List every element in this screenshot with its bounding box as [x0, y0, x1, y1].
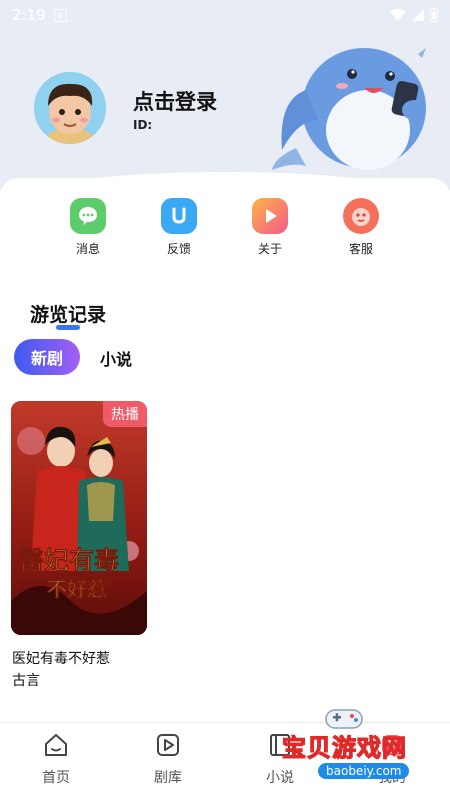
quick-action-customer-service[interactable]: 客服: [331, 198, 391, 257]
customer-service-icon: [343, 198, 379, 234]
quick-action-feedback[interactable]: 反馈: [149, 198, 209, 257]
wifi-icon: [390, 9, 406, 21]
quick-action-about[interactable]: 关于: [240, 198, 300, 257]
play-library-icon: [157, 734, 179, 756]
hot-badge: 热播: [103, 401, 147, 427]
login-link[interactable]: 点击登录: [133, 86, 217, 116]
watermark-url: baobeiy.com: [318, 763, 410, 779]
poster-title-art-line1: 醫妃有毒: [19, 546, 120, 576]
nav-item-library[interactable]: 剧库: [133, 731, 203, 787]
quick-action-label: 客服: [348, 242, 373, 256]
history-section-title: 游览记录: [30, 304, 107, 326]
nav-label: 首页: [42, 770, 70, 786]
signal-icon: [412, 9, 424, 21]
quick-action-label: 关于: [257, 242, 282, 256]
drama-title[interactable]: 医妃有毒不好惹: [12, 648, 110, 668]
drama-poster[interactable]: 醫妃有毒 不好惹 热播: [11, 401, 147, 635]
section-title-underline: [56, 325, 80, 330]
watermark-text: 宝贝游戏网: [281, 733, 407, 762]
quick-action-label: 反馈: [166, 242, 191, 256]
home-icon: [45, 734, 67, 756]
nav-label: 剧库: [154, 770, 182, 786]
about-icon: [252, 198, 288, 234]
whale-mascot-illustration: [272, 48, 426, 170]
user-id-label: ID:: [133, 118, 153, 132]
status-bar: 2:19 A: [0, 0, 450, 30]
quick-action-message[interactable]: 消息: [58, 198, 118, 257]
status-time: 2:19: [12, 6, 46, 24]
battery-icon: [430, 8, 438, 22]
feedback-icon: [161, 198, 197, 234]
tab-novel[interactable]: 小说: [100, 346, 132, 370]
watermark-logo: 宝贝游戏网 baobeiy.com: [270, 702, 450, 800]
avatar[interactable]: [34, 72, 106, 144]
nav-item-home[interactable]: 首页: [21, 731, 91, 787]
avatar-character-icon: [34, 72, 106, 144]
drama-genre: 古言: [12, 673, 40, 689]
tab-new-drama[interactable]: 新剧: [14, 339, 80, 375]
quick-action-label: 消息: [75, 242, 100, 256]
notification-a-icon: A: [53, 8, 67, 22]
message-icon: [70, 198, 106, 234]
poster-title-art-line2: 不好惹: [47, 577, 108, 602]
